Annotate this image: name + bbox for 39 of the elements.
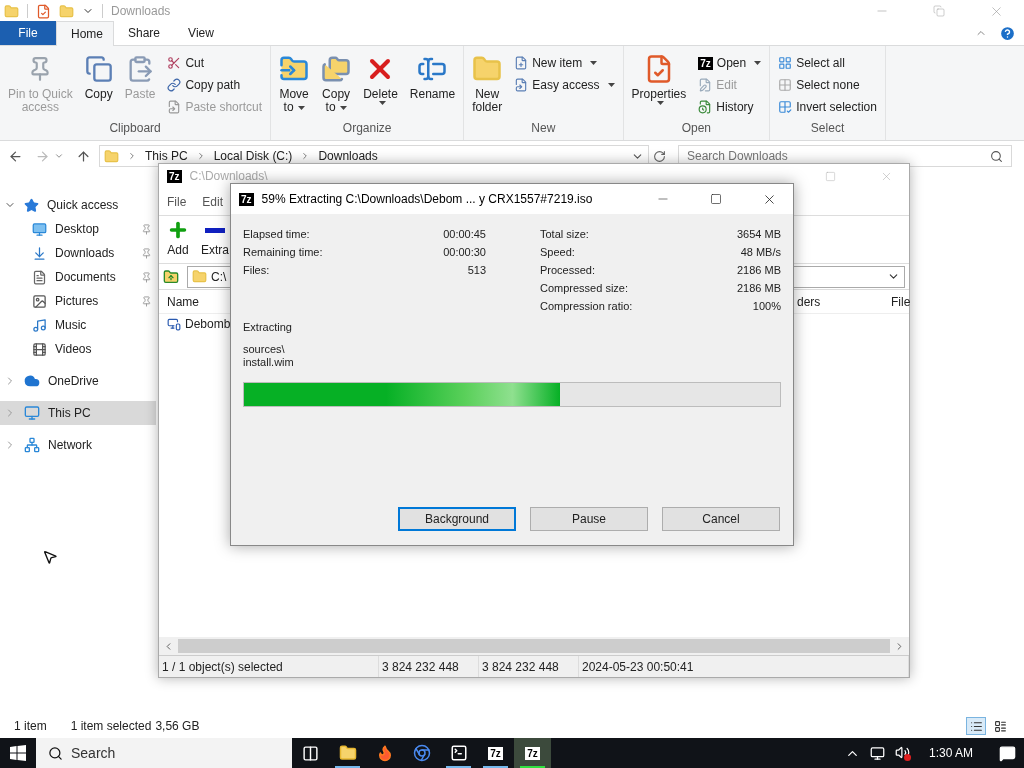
logo-icon: 7z bbox=[525, 746, 540, 760]
stat-label: Total size: bbox=[540, 226, 589, 242]
status-text: 1 item bbox=[14, 718, 47, 735]
stat-value: 2186 MB bbox=[736, 262, 781, 278]
logo-icon: 7z bbox=[488, 746, 503, 760]
stat-value: 2186 MB bbox=[736, 280, 781, 296]
status-text: 3 824 232 448 bbox=[479, 656, 579, 677]
status-text: 1 item selected bbox=[70, 718, 152, 735]
group-label: Clipboard bbox=[108, 120, 162, 137]
logo-icon: 7z bbox=[698, 56, 713, 70]
window-title: Downloads bbox=[111, 3, 171, 20]
group-label: New bbox=[530, 120, 557, 137]
stat-value: 100% bbox=[752, 298, 781, 314]
stat-label: Compression ratio: bbox=[540, 298, 633, 314]
stat-value: 00:00:30 bbox=[443, 244, 486, 260]
group-label: Organize bbox=[341, 120, 393, 137]
group-label: Open bbox=[680, 120, 713, 137]
status-text: 1 / 1 object(s) selected bbox=[159, 656, 379, 677]
stat-label: Compressed size: bbox=[540, 280, 629, 296]
file-path: sources\ bbox=[243, 342, 286, 356]
stat-label: Elapsed time: bbox=[243, 226, 310, 242]
status-text: 3 824 232 448 bbox=[379, 656, 479, 677]
logo-icon: 7z bbox=[239, 192, 254, 206]
stat-label: Processed: bbox=[540, 262, 596, 278]
stat-value: 3654 MB bbox=[736, 226, 781, 242]
status-text: 3,56 GB bbox=[155, 718, 200, 735]
stat-value: 48 MB/s bbox=[740, 244, 781, 260]
group-label: Select bbox=[809, 120, 846, 137]
logo-icon: 7z bbox=[167, 169, 182, 183]
dialog-title: 59% Extracting C:\Downloads\Debom ... y CRX1557#7219.iso bbox=[261, 191, 593, 208]
file-path: install.wim bbox=[243, 355, 295, 369]
window-title: C:\Downloads\ bbox=[189, 168, 268, 185]
stat-label: Speed: bbox=[540, 244, 575, 260]
stat-label: Files: bbox=[243, 262, 270, 278]
status-text: 2024-05-23 00:50:41 bbox=[579, 656, 909, 677]
stat-label: Remaining time: bbox=[243, 244, 323, 260]
stat-value: 00:00:45 bbox=[443, 226, 486, 242]
status-text: Extracting bbox=[242, 320, 293, 335]
stat-value: 513 bbox=[467, 262, 486, 278]
